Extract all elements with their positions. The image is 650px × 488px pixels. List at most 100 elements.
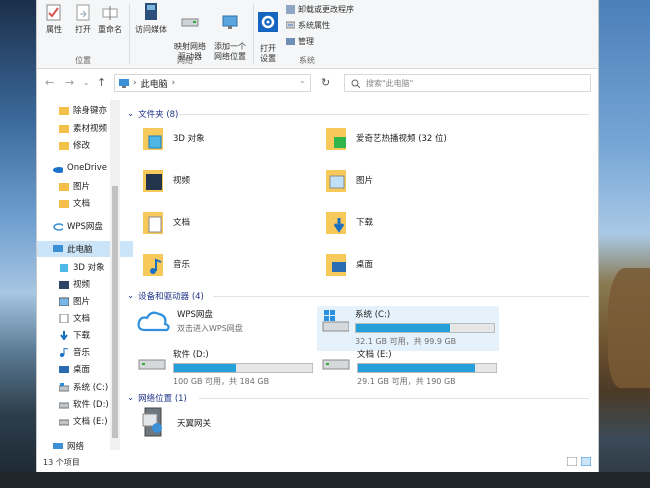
- breadcrumb-chevron-icon: ›: [171, 78, 176, 88]
- folder-desktop[interactable]: 桌面: [326, 250, 373, 278]
- music-folder-icon: [143, 254, 163, 276]
- drive-c[interactable]: 系统 (C:) 32.1 GB 可用，共 99.9 GB: [317, 306, 499, 351]
- open-settings-button[interactable]: 打开 设置: [255, 2, 281, 64]
- breadcrumb-item[interactable]: 此电脑: [141, 77, 168, 90]
- network-gateway[interactable]: 天翼网关: [141, 406, 211, 440]
- drive-d-usage-fill: [174, 364, 237, 372]
- system-properties-button[interactable]: 系统属性: [286, 20, 330, 31]
- folder-icon: [59, 182, 69, 191]
- system-group-label: 系统: [299, 56, 315, 65]
- details-view-icon[interactable]: [566, 456, 578, 468]
- folder-label: 图片: [356, 176, 374, 186]
- address-bar-row: ← → ⌄ ↑ › 此电脑 › ⌄ ↻ 搜索"此电脑": [37, 70, 598, 98]
- add-network-location-icon: [222, 15, 238, 29]
- wps-drive[interactable]: WPS网盘 双击进入WPS网盘: [137, 308, 243, 334]
- refresh-icon[interactable]: ↻: [321, 76, 330, 89]
- manage-button[interactable]: 管理: [286, 36, 314, 47]
- section-divider: [179, 114, 589, 115]
- wps-cloud-icon: [53, 222, 63, 231]
- folder-label: 视频: [173, 176, 191, 186]
- uninstall-program-button[interactable]: 卸载或更改程序: [286, 4, 354, 15]
- drive-e-usage-bar: [357, 363, 497, 373]
- drive-c-icon: [322, 310, 349, 332]
- drive-c-icon: [59, 382, 69, 391]
- folder-pictures[interactable]: 图片: [326, 166, 373, 194]
- folder-iqiyi[interactable]: 爱奇艺热播视频 (32 位): [326, 124, 447, 152]
- desktop-icon: [59, 365, 69, 373]
- forward-arrow-icon[interactable]: →: [65, 76, 74, 89]
- drive-d-usage-bar: [173, 363, 313, 373]
- manage-icon: [286, 38, 295, 45]
- section-divider: [199, 398, 589, 399]
- wps-name: WPS网盘: [177, 310, 213, 320]
- drive-c-name: 系统 (C:): [355, 310, 391, 320]
- video-icon: [59, 280, 69, 289]
- documents-icon: [59, 313, 69, 323]
- nav-scrollbar[interactable]: [110, 100, 120, 450]
- search-placeholder: 搜索"此电脑": [366, 78, 414, 88]
- folder-downloads[interactable]: 下载: [326, 208, 373, 236]
- folder-icon: [59, 141, 69, 150]
- address-dropdown-icon[interactable]: ⌄: [299, 76, 306, 85]
- manage-label: 管理: [298, 37, 314, 46]
- search-input[interactable]: 搜索"此电脑": [344, 74, 591, 92]
- tiles-view-icon[interactable]: [580, 456, 592, 468]
- network-group-label: 网络: [177, 56, 193, 65]
- nav-item-label: 桌面: [73, 365, 91, 375]
- properties-check-icon: [46, 4, 61, 21]
- rename-button[interactable]: 重命名: [97, 4, 123, 35]
- nav-item-label: 此电脑: [67, 245, 93, 255]
- devices-header-label: 设备和驱动器 (4): [138, 292, 204, 302]
- drive-d[interactable]: 软件 (D:) 100 GB 可用，共 184 GB: [137, 348, 313, 387]
- nav-item-label: 网络: [67, 442, 85, 452]
- item-count: 13 个项目: [43, 457, 80, 467]
- status-bar: 13 个项目: [37, 452, 598, 472]
- collapse-chevron-icon: ⌄: [127, 393, 135, 403]
- documents-folder-icon: [143, 212, 163, 234]
- content-pane: ⌄ 文件夹 (8) 3D 对象 爱奇艺热播视频 (32 位) 视频 图片 文档 …: [121, 100, 598, 452]
- recent-dropdown-icon[interactable]: ⌄: [83, 78, 90, 87]
- open-button[interactable]: 打开: [71, 4, 95, 35]
- up-arrow-icon[interactable]: ↑: [97, 76, 106, 89]
- pictures-icon: [59, 297, 69, 306]
- scrollbar-thumb[interactable]: [112, 186, 118, 438]
- nav-item-label: 系统 (C:): [73, 383, 109, 393]
- uninstall-label: 卸载或更改程序: [298, 5, 354, 14]
- taskbar: [0, 472, 650, 488]
- folders-section-header[interactable]: ⌄ 文件夹 (8): [127, 108, 178, 120]
- add-network-location-button[interactable]: 添加一个 网络位置: [209, 4, 251, 62]
- properties-button[interactable]: 属性: [43, 4, 65, 35]
- media-access-button[interactable]: 访问媒体: [133, 2, 169, 35]
- folder-documents[interactable]: 文档: [143, 208, 190, 236]
- drive-e-name: 文档 (E:): [357, 350, 392, 360]
- drive-e-usage-fill: [358, 364, 476, 372]
- back-arrow-icon[interactable]: ←: [45, 76, 54, 89]
- file-explorer-window: 属性 打开 重命名 位置 访问媒体 映射网络 驱动器 添加一个 网络位置 网络 …: [36, 0, 599, 472]
- navigation-pane: 除身键亦 素材视频 修改 OneDrive 图片 文档 WPS网盘 此电脑 3D…: [37, 100, 133, 452]
- address-box[interactable]: › 此电脑 ›: [114, 74, 311, 92]
- nav-item-label: 文档: [73, 199, 91, 209]
- folder-videos[interactable]: 视频: [143, 166, 190, 194]
- wallpaper-rock: [608, 268, 650, 388]
- folder-icon: [59, 199, 69, 208]
- 3d-objects-folder-icon: [143, 128, 163, 150]
- desktop-wallpaper-left: [0, 0, 36, 488]
- map-drive-button[interactable]: 映射网络 驱动器: [171, 4, 209, 62]
- system-properties-icon: [286, 21, 295, 29]
- search-icon: [351, 79, 360, 88]
- nav-item-label: 下载: [73, 331, 91, 341]
- collapse-chevron-icon: ⌄: [127, 109, 135, 119]
- network-header-label: 网络位置 (1): [138, 394, 187, 404]
- ribbon: 属性 打开 重命名 位置 访问媒体 映射网络 驱动器 添加一个 网络位置 网络 …: [37, 0, 598, 69]
- open-icon: [76, 4, 90, 21]
- drive-e[interactable]: 文档 (E:) 29.1 GB 可用，共 190 GB: [321, 348, 497, 387]
- network-section-header[interactable]: ⌄ 网络位置 (1): [127, 392, 187, 404]
- nav-item-label: 音乐: [73, 348, 91, 358]
- folder-3d-objects[interactable]: 3D 对象: [143, 124, 205, 152]
- nav-item-label: 素材视频: [73, 124, 108, 134]
- section-divider: [213, 296, 589, 297]
- folder-music[interactable]: 音乐: [143, 250, 190, 278]
- folder-label: 下载: [356, 218, 374, 228]
- ribbon-separator: [129, 4, 130, 64]
- devices-section-header[interactable]: ⌄ 设备和驱动器 (4): [127, 290, 204, 302]
